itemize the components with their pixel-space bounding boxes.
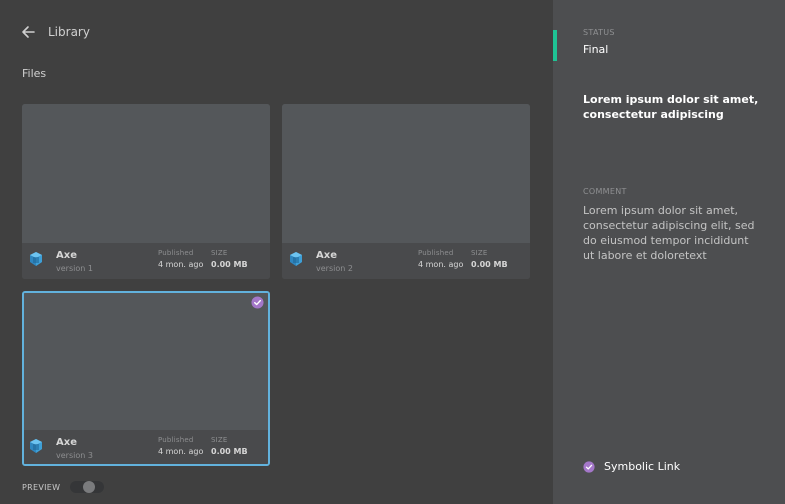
status-indicator — [553, 30, 557, 61]
size-value: 0.00 MB — [211, 447, 248, 456]
file-card-footer: Axe version 1 Published 4 mon. ago SIZE … — [22, 243, 270, 279]
published-value: 4 mon. ago — [158, 447, 204, 456]
cube-icon — [290, 252, 302, 266]
page-title: Library — [48, 25, 90, 39]
header: Library — [20, 22, 90, 42]
file-version: version 1 — [56, 264, 93, 273]
file-name: Axe — [56, 437, 77, 448]
size-label: SIZE — [211, 249, 228, 257]
file-version: version 2 — [316, 264, 353, 273]
check-circle-icon — [583, 460, 595, 473]
size-label: SIZE — [471, 249, 488, 257]
description: Lorem ipsum dolor sit amet, consectetur … — [583, 93, 759, 121]
toggle-knob — [83, 481, 95, 493]
cube-icon — [30, 252, 42, 266]
library-panel: Library Files Axe version 1 Published 4 … — [0, 0, 553, 504]
files-section-label: Files — [22, 67, 47, 80]
published-label: Published — [418, 249, 454, 257]
symbolic-link-option[interactable]: Symbolic Link — [583, 460, 680, 473]
file-card-footer: Axe version 3 Published 4 mon. ago SIZE … — [24, 430, 268, 464]
symbolic-link-label: Symbolic Link — [604, 460, 681, 473]
size-value: 0.00 MB — [471, 260, 508, 269]
status-label: STATUS — [583, 28, 615, 37]
check-circle-icon — [251, 296, 264, 309]
published-value: 4 mon. ago — [418, 260, 464, 269]
file-thumbnail — [282, 104, 530, 243]
published-value: 4 mon. ago — [158, 260, 204, 269]
file-card[interactable]: Axe version 2 Published 4 mon. ago SIZE … — [282, 104, 530, 279]
comment-label: COMMENT — [583, 187, 627, 196]
file-card-selected[interactable]: Axe version 3 Published 4 mon. ago SIZE … — [22, 291, 270, 466]
file-version: version 3 — [56, 451, 93, 460]
published-label: Published — [158, 436, 194, 444]
file-thumbnail — [22, 104, 270, 243]
file-name: Axe — [56, 250, 77, 261]
status-value: Final — [583, 43, 609, 56]
arrow-left-icon[interactable] — [20, 24, 36, 40]
published-label: Published — [158, 249, 194, 257]
file-thumbnail — [24, 293, 268, 432]
details-panel: STATUS Final Lorem ipsum dolor sit amet,… — [553, 0, 785, 504]
file-card-footer: Axe version 2 Published 4 mon. ago SIZE … — [282, 243, 530, 279]
file-name: Axe — [316, 250, 337, 261]
comment-text: Lorem ipsum dolor sit amet, consectetur … — [583, 204, 755, 262]
preview-label: PREVIEW — [22, 483, 61, 492]
size-value: 0.00 MB — [211, 260, 248, 269]
file-card[interactable]: Axe version 1 Published 4 mon. ago SIZE … — [22, 104, 270, 279]
cube-icon — [30, 439, 42, 453]
size-label: SIZE — [211, 436, 228, 444]
preview-toggle[interactable] — [70, 481, 104, 493]
